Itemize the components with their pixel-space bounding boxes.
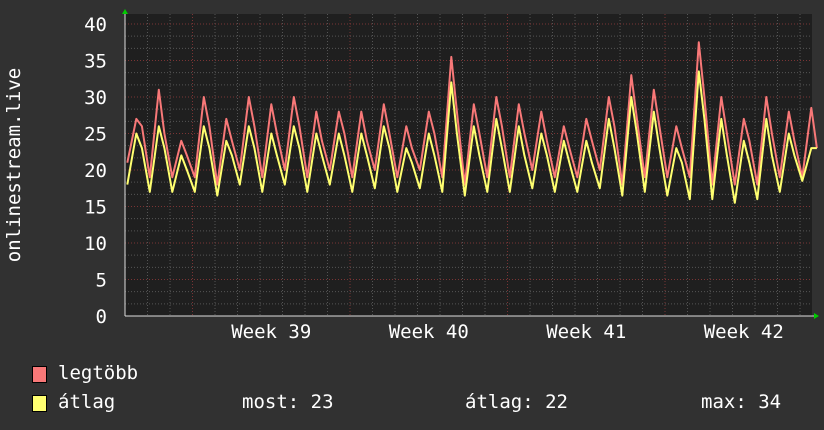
y-tick-label: 0 [96, 306, 107, 328]
chart: 0 5 10 15 20 25 30 35 40 Week 39 Week 40 Week 41 Wee… [0, 0, 824, 430]
legend-swatch-max [32, 366, 47, 383]
x-tick-label: Week 39 [231, 321, 311, 343]
stat-max: max: 34 [701, 391, 782, 413]
legend-label-avg: átlag [58, 391, 116, 413]
y-tick-label: 10 [84, 233, 107, 255]
x-tick-label: Week 42 [704, 321, 784, 343]
y-axis-label: onlinestream.live [3, 68, 25, 262]
x-tick-label: Week 40 [389, 321, 469, 343]
legend-swatch-avg [32, 395, 47, 412]
stat-average: átlag: 22 [465, 391, 568, 413]
y-tick-label: 40 [84, 14, 107, 36]
y-tick-label: 35 [84, 51, 107, 73]
x-axis-arrow-icon [814, 313, 819, 319]
y-tick-label: 30 [84, 87, 107, 109]
y-tick-label: 20 [84, 160, 107, 182]
y-tick-label: 5 [96, 270, 107, 292]
y-tick-label: 25 [84, 124, 107, 146]
legend-label-max: legtöbb [58, 362, 139, 384]
y-tick-label: 15 [84, 197, 107, 219]
x-tick-label: Week 41 [546, 321, 626, 343]
y-axis-arrow-icon [122, 9, 128, 14]
stat-current: most: 23 [242, 391, 334, 413]
